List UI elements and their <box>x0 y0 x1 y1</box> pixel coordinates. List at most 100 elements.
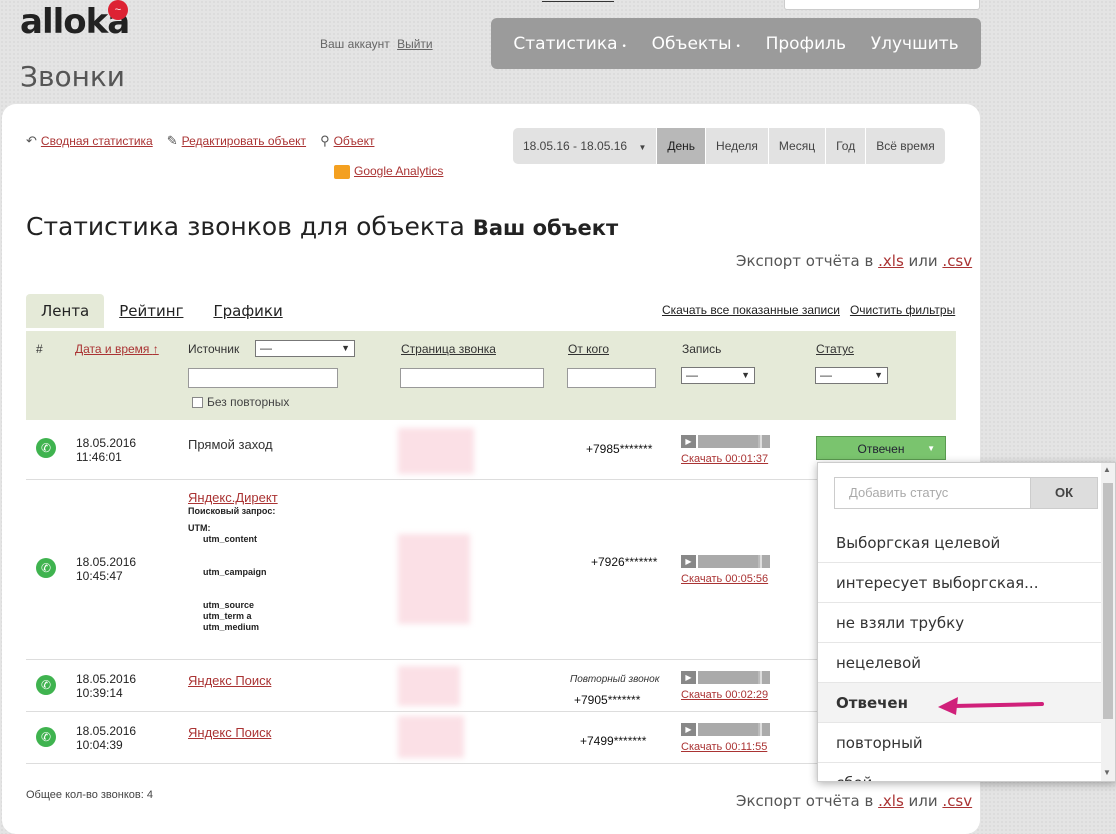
repeat-call-label: Повторный звонок <box>570 674 660 685</box>
export-xls-link[interactable]: .xls <box>878 792 904 810</box>
page-heading: Звонки <box>20 60 125 93</box>
status-option[interactable]: нецелевой <box>818 643 1102 683</box>
scrollbar-thumb[interactable] <box>1103 483 1113 719</box>
clear-filters-link[interactable]: Очистить фильтры <box>850 303 955 317</box>
account-block: Ваш аккаунт Выйти <box>320 37 433 51</box>
download-record-link[interactable]: Скачать 00:02:29 <box>681 689 768 701</box>
chevron-down-icon: • <box>621 41 627 52</box>
utm-block: Поисковый запрос: UTM: utm_content utm_c… <box>188 506 276 632</box>
analytics-icon <box>334 164 350 179</box>
tab-rating[interactable]: Рейтинг <box>104 294 198 328</box>
redacted-page <box>398 534 470 624</box>
pencil-icon: ✎ <box>166 133 178 148</box>
export-csv-link[interactable]: .csv <box>942 252 972 270</box>
status-option[interactable]: сбой <box>818 763 1102 781</box>
col-date-header[interactable]: Дата и время ↑ <box>75 342 159 356</box>
row-source: Прямой заход <box>188 437 273 452</box>
page-title: Статистика звонков для объекта Ваш объект <box>26 212 619 241</box>
redacted-page <box>398 716 464 758</box>
ga-link[interactable]: Google Analytics <box>334 164 443 179</box>
chevron-down-icon: ▼ <box>741 370 750 380</box>
row-phone: +7926******* <box>591 555 658 569</box>
play-icon[interactable]: ▶ <box>681 555 696 568</box>
audio-player[interactable]: ▶ <box>681 671 770 684</box>
checkbox-box[interactable] <box>192 397 203 409</box>
audio-progress-bar[interactable] <box>698 723 770 736</box>
period-week[interactable]: Неделя <box>706 128 769 164</box>
audio-player[interactable]: ▶ <box>681 555 770 568</box>
whatsapp-icon: ✆ <box>36 727 56 747</box>
play-icon[interactable]: ▶ <box>681 723 696 736</box>
dropdown-scrollbar[interactable]: ▲ ▼ <box>1101 463 1115 781</box>
audio-progress-bar[interactable] <box>698 435 770 448</box>
top-nav: Статистика • Объекты • Профиль Улучшить <box>491 18 981 69</box>
col-status-header[interactable]: Статус <box>816 342 854 356</box>
status-option[interactable]: интересует выборгская... <box>818 563 1102 603</box>
row-datetime: 18.05.2016 11:46:01 <box>76 436 137 464</box>
export-csv-link[interactable]: .csv <box>942 792 972 810</box>
top-cut-link[interactable] <box>542 0 614 2</box>
redacted-page <box>398 666 460 706</box>
col-from-header[interactable]: От кого <box>568 342 609 356</box>
page-filter-input[interactable] <box>400 368 544 388</box>
status-option[interactable]: повторный <box>818 723 1102 763</box>
object-name: Ваш объект <box>472 216 619 240</box>
logout-link[interactable]: Выйти <box>397 37 433 51</box>
play-icon[interactable]: ▶ <box>681 435 696 448</box>
audio-progress-bar[interactable] <box>698 671 770 684</box>
record-select[interactable]: — ▼ <box>681 367 755 384</box>
summary-action[interactable]: ↶ Сводная статистика <box>26 133 153 149</box>
source-select[interactable]: — ▼ <box>255 340 355 357</box>
col-num-header: # <box>36 342 43 356</box>
nav-statistics[interactable]: Статистика • <box>513 34 626 54</box>
row-source-link[interactable]: Яндекс.Директ <box>188 490 278 505</box>
period-day[interactable]: День <box>657 128 707 164</box>
whatsapp-icon: ✆ <box>36 675 56 695</box>
export-xls-link[interactable]: .xls <box>878 252 904 270</box>
nav-profile[interactable]: Профиль <box>766 34 846 54</box>
row-datetime: 18.05.2016 10:39:14 <box>76 672 137 700</box>
period-month[interactable]: Месяц <box>768 128 827 164</box>
status-option[interactable]: Выборгская целевой <box>818 523 1102 563</box>
play-icon[interactable]: ▶ <box>681 671 696 684</box>
download-all-link[interactable]: Скачать все показанные записи <box>662 303 840 317</box>
source-filter-input[interactable] <box>188 368 338 388</box>
export-bottom: Экспорт отчёта в .xls или .csv <box>736 792 973 810</box>
download-record-link[interactable]: Скачать 00:05:56 <box>681 573 768 585</box>
audio-player[interactable]: ▶ <box>681 435 770 448</box>
scroll-up-icon[interactable]: ▲ <box>1103 465 1111 474</box>
total-calls: Общее кол-во звонков: 4 <box>26 789 153 801</box>
nav-objects[interactable]: Объекты • <box>652 34 741 54</box>
add-status-input[interactable]: Добавить статус <box>834 477 1030 509</box>
export-top: Экспорт отчёта в .xls или .csv <box>736 252 973 270</box>
status-dropdown-button[interactable]: Отвечен ▼ <box>816 436 946 460</box>
actions-bar: ↶ Сводная статистика ✎ Редактировать объек… <box>26 133 374 149</box>
no-repeat-checkbox[interactable]: Без повторных <box>192 395 289 409</box>
period-year[interactable]: Год <box>826 128 867 164</box>
audio-progress-bar[interactable] <box>698 555 770 568</box>
from-filter-input[interactable] <box>567 368 656 388</box>
row-phone: +7985******* <box>586 442 653 456</box>
scroll-down-icon[interactable]: ▼ <box>1103 768 1111 777</box>
view-tabs: Лента Рейтинг Графики <box>26 294 298 328</box>
tab-graphs[interactable]: Графики <box>198 294 297 328</box>
top-cut-field[interactable] <box>784 0 980 10</box>
period-all[interactable]: Всё время <box>866 128 946 164</box>
object-action[interactable]: ⚲ Объект <box>320 133 374 149</box>
col-page-header[interactable]: Страница звонка <box>401 342 496 356</box>
whatsapp-icon: ✆ <box>36 438 56 458</box>
row-phone: +7905******* <box>574 693 641 707</box>
status-select[interactable]: — ▼ <box>815 367 888 384</box>
audio-player[interactable]: ▶ <box>681 723 770 736</box>
download-record-link[interactable]: Скачать 00:11:55 <box>681 741 767 753</box>
row-source-link[interactable]: Яндекс Поиск <box>188 673 271 688</box>
download-record-link[interactable]: Скачать 00:01:37 <box>681 453 768 465</box>
date-range-dropdown[interactable]: 18.05.16 - 18.05.16 ▼ <box>513 128 658 164</box>
add-status-ok-button[interactable]: ОК <box>1030 477 1098 509</box>
edit-action[interactable]: ✎ Редактировать объект <box>167 133 306 149</box>
account-label: Ваш аккаунт <box>320 37 390 51</box>
nav-upgrade[interactable]: Улучшить <box>871 34 959 54</box>
status-option[interactable]: не взяли трубку <box>818 603 1102 643</box>
row-source-link[interactable]: Яндекс Поиск <box>188 725 271 740</box>
tab-feed[interactable]: Лента <box>26 294 105 328</box>
